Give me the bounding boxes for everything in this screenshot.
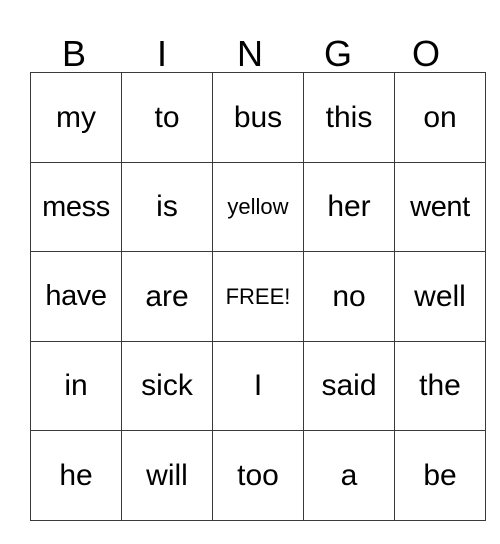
- bingo-cell[interactable]: said: [303, 340, 395, 432]
- bingo-header-letter-g: G: [323, 33, 352, 74]
- bingo-cell[interactable]: in: [30, 340, 122, 432]
- bingo-cell[interactable]: I: [212, 340, 304, 432]
- bingo-cell[interactable]: the: [394, 340, 486, 432]
- bingo-cell[interactable]: yellow: [212, 161, 304, 253]
- bingo-cell[interactable]: will: [121, 430, 213, 521]
- bingo-cell[interactable]: well: [394, 251, 486, 342]
- bingo-header-letter-n: N: [237, 33, 263, 74]
- bingo-cell[interactable]: to: [121, 72, 213, 163]
- bingo-grid: my to bus this on mess is yellow her wen…: [30, 72, 486, 521]
- bingo-cell[interactable]: be: [394, 430, 486, 521]
- bingo-cell[interactable]: are: [121, 251, 213, 342]
- bingo-cell[interactable]: my: [30, 72, 122, 163]
- bingo-cell[interactable]: is: [121, 161, 213, 253]
- bingo-cell[interactable]: bus: [212, 72, 304, 163]
- bingo-card: B I N G O my to bus this on mess is yell…: [0, 0, 500, 544]
- bingo-row: have are FREE! no well: [30, 251, 486, 342]
- bingo-cell[interactable]: no: [303, 251, 395, 342]
- bingo-cell[interactable]: on: [394, 72, 486, 163]
- bingo-row: in sick I said the: [30, 340, 486, 432]
- bingo-cell[interactable]: too: [212, 430, 304, 521]
- bingo-cell[interactable]: mess: [30, 161, 122, 253]
- bingo-cell[interactable]: a: [303, 430, 395, 521]
- bingo-cell[interactable]: he: [30, 430, 122, 521]
- bingo-header-letter-i: I: [156, 33, 167, 74]
- bingo-header-letter-o: O: [411, 33, 440, 74]
- bingo-cell[interactable]: this: [303, 72, 395, 163]
- bingo-row: mess is yellow her went: [30, 161, 486, 253]
- bingo-row: my to bus this on: [30, 72, 486, 163]
- bingo-cell-free-space[interactable]: FREE!: [212, 251, 304, 342]
- bingo-row: he will too a be: [30, 430, 486, 521]
- bingo-header-row: B I N G O: [30, 18, 470, 72]
- bingo-cell[interactable]: went: [394, 161, 486, 253]
- bingo-header-letter-b: B: [61, 33, 86, 74]
- bingo-cell[interactable]: sick: [121, 340, 213, 432]
- bingo-cell[interactable]: her: [303, 161, 395, 253]
- bingo-cell[interactable]: have: [30, 251, 122, 342]
